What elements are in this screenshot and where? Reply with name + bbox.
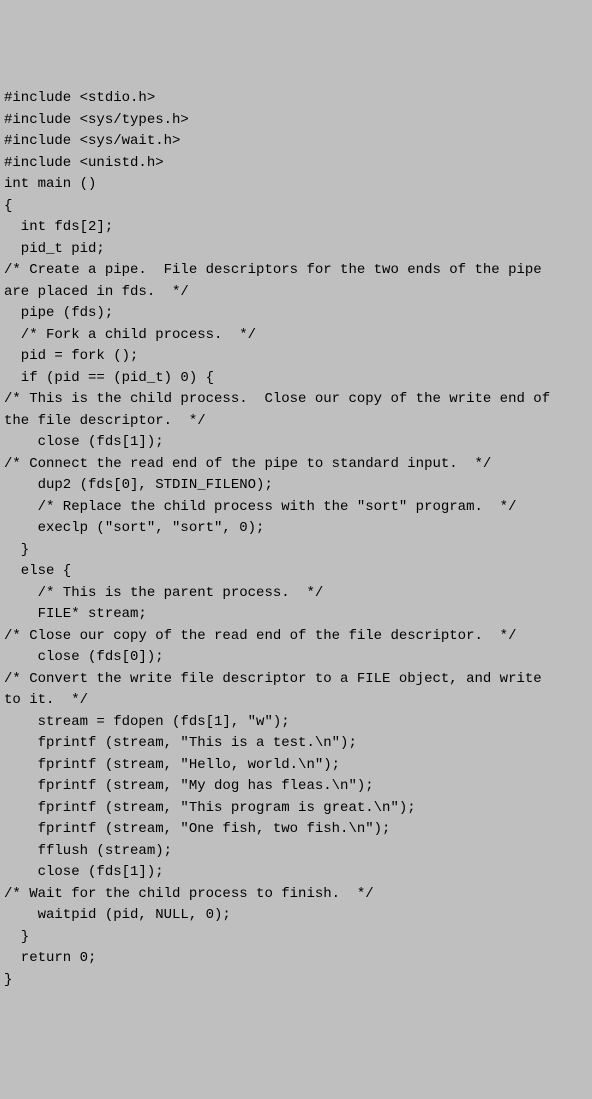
code-line: #include <sys/types.h> bbox=[4, 110, 588, 132]
code-line: stream = fdopen (fds[1], "w"); bbox=[4, 712, 588, 734]
code-line: /* Convert the write file descriptor to … bbox=[4, 669, 588, 691]
code-line: FILE* stream; bbox=[4, 604, 588, 626]
code-line: return 0; bbox=[4, 948, 588, 970]
code-line: /* This is the child process. Close our … bbox=[4, 389, 588, 411]
code-line: fprintf (stream, "One fish, two fish.\n"… bbox=[4, 819, 588, 841]
code-line: { bbox=[4, 196, 588, 218]
code-line: /* Replace the child process with the "s… bbox=[4, 497, 588, 519]
code-line: #include <unistd.h> bbox=[4, 153, 588, 175]
code-line: fprintf (stream, "My dog has fleas.\n"); bbox=[4, 776, 588, 798]
code-line: /* Connect the read end of the pipe to s… bbox=[4, 454, 588, 476]
code-line: /* Fork a child process. */ bbox=[4, 325, 588, 347]
code-line: /* Wait for the child process to finish.… bbox=[4, 884, 588, 906]
code-line: execlp ("sort", "sort", 0); bbox=[4, 518, 588, 540]
code-line: close (fds[1]); bbox=[4, 432, 588, 454]
code-line: fprintf (stream, "Hello, world.\n"); bbox=[4, 755, 588, 777]
code-line: /* This is the parent process. */ bbox=[4, 583, 588, 605]
code-line: are placed in fds. */ bbox=[4, 282, 588, 304]
code-line: close (fds[0]); bbox=[4, 647, 588, 669]
code-line: pid = fork (); bbox=[4, 346, 588, 368]
code-line: the file descriptor. */ bbox=[4, 411, 588, 433]
code-line: waitpid (pid, NULL, 0); bbox=[4, 905, 588, 927]
code-line: fflush (stream); bbox=[4, 841, 588, 863]
code-line: /* Create a pipe. File descriptors for t… bbox=[4, 260, 588, 282]
code-line: if (pid == (pid_t) 0) { bbox=[4, 368, 588, 390]
code-line: fprintf (stream, "This program is great.… bbox=[4, 798, 588, 820]
code-line: /* Close our copy of the read end of the… bbox=[4, 626, 588, 648]
code-line: #include <stdio.h> bbox=[4, 88, 588, 110]
code-line: #include <sys/wait.h> bbox=[4, 131, 588, 153]
code-line: } bbox=[4, 970, 588, 992]
code-line: int fds[2]; bbox=[4, 217, 588, 239]
code-line: } bbox=[4, 927, 588, 949]
code-line: } bbox=[4, 540, 588, 562]
code-line: int main () bbox=[4, 174, 588, 196]
code-line: else { bbox=[4, 561, 588, 583]
code-line: dup2 (fds[0], STDIN_FILENO); bbox=[4, 475, 588, 497]
code-line: pipe (fds); bbox=[4, 303, 588, 325]
code-line: pid_t pid; bbox=[4, 239, 588, 261]
code-line: fprintf (stream, "This is a test.\n"); bbox=[4, 733, 588, 755]
code-line: to it. */ bbox=[4, 690, 588, 712]
code-block: #include <stdio.h>#include <sys/types.h>… bbox=[4, 88, 588, 991]
code-line: close (fds[1]); bbox=[4, 862, 588, 884]
